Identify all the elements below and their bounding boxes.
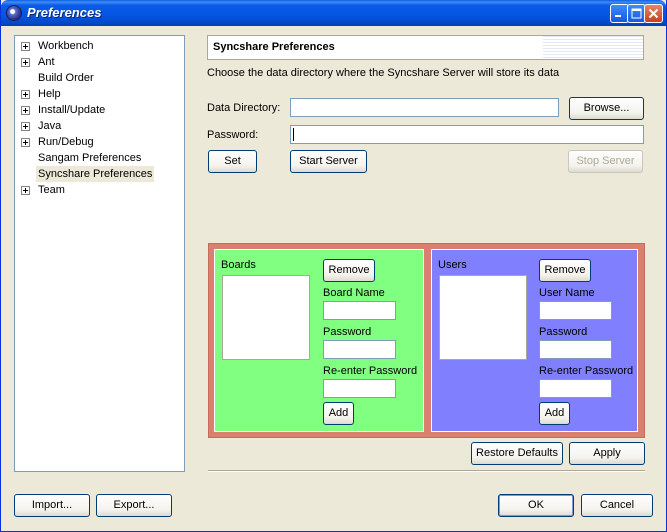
tree-item[interactable]: Workbench bbox=[15, 38, 184, 54]
expand-plus-icon[interactable] bbox=[21, 186, 30, 195]
board-reenter-password-input[interactable] bbox=[323, 379, 396, 398]
user-reenter-password-input[interactable] bbox=[539, 379, 612, 398]
tree-item-label: Team bbox=[38, 184, 65, 196]
tree-item[interactable]: Syncshare Preferences bbox=[15, 166, 184, 182]
minimize-icon bbox=[615, 15, 621, 17]
eclipse-icon bbox=[6, 5, 22, 21]
users-remove-button[interactable]: Remove bbox=[539, 259, 591, 282]
password-input[interactable] bbox=[290, 125, 644, 144]
tree-item[interactable]: Java bbox=[15, 118, 184, 134]
preference-tree[interactable]: Workbench Ant Build Order Help Install/Updat… bbox=[14, 35, 185, 472]
preferences-window: Preferences Workbench Ant Build Order Help I… bbox=[0, 0, 667, 532]
user-name-label: User Name bbox=[539, 287, 595, 299]
data-directory-label: Data Directory: bbox=[207, 102, 281, 114]
tree-item[interactable]: Help bbox=[15, 86, 184, 102]
page-header: Syncshare Preferences bbox=[207, 35, 644, 60]
tree-item-label: Build Order bbox=[38, 72, 94, 84]
tree-item[interactable]: Ant bbox=[15, 54, 184, 70]
tree-item-label: Run/Debug bbox=[38, 136, 94, 148]
board-name-input[interactable] bbox=[323, 301, 396, 320]
tree-item-label: Help bbox=[38, 88, 61, 100]
data-directory-input[interactable] bbox=[290, 98, 559, 117]
footer-separator bbox=[208, 470, 645, 472]
tree-item-label: Workbench bbox=[38, 40, 94, 52]
password-label: Password: bbox=[207, 129, 259, 141]
expand-plus-icon[interactable] bbox=[21, 42, 30, 51]
maximize-icon bbox=[631, 8, 642, 19]
set-button[interactable]: Set bbox=[208, 150, 257, 173]
tree-item[interactable]: Run/Debug bbox=[15, 134, 184, 150]
browse-button[interactable]: Browse... bbox=[569, 97, 644, 120]
expand-plus-icon[interactable] bbox=[21, 122, 30, 131]
boards-remove-button[interactable]: Remove bbox=[323, 259, 375, 282]
stop-server-button[interactable]: Stop Server bbox=[568, 150, 643, 173]
title-bar[interactable]: Preferences bbox=[1, 0, 666, 26]
import-button[interactable]: Import... bbox=[14, 494, 90, 517]
tree-item[interactable]: Sangam Preferences bbox=[15, 150, 184, 166]
boards-title: Boards bbox=[221, 259, 256, 271]
users-add-button[interactable]: Add bbox=[539, 402, 570, 425]
tree-item[interactable]: Install/Update bbox=[15, 102, 184, 118]
page-title: Syncshare Preferences bbox=[213, 41, 335, 53]
apply-button[interactable]: Apply bbox=[569, 442, 645, 465]
boards-list[interactable] bbox=[222, 275, 310, 360]
user-password-label: Password bbox=[539, 326, 588, 338]
boards-users-frame: Boards Remove Board Name Password Re-ent… bbox=[208, 243, 645, 438]
export-button[interactable]: Export... bbox=[96, 494, 172, 517]
users-group: Users Remove User Name Password Re-enter… bbox=[431, 249, 638, 432]
users-title: Users bbox=[438, 259, 467, 271]
page-description: Choose the data directory where the Sync… bbox=[207, 67, 560, 79]
restore-defaults-button[interactable]: Restore Defaults bbox=[471, 442, 563, 465]
tree-item-label: Install/Update bbox=[38, 104, 106, 116]
user-reenter-password-label: Re-enter Password bbox=[539, 365, 634, 377]
boards-group: Boards Remove Board Name Password Re-ent… bbox=[214, 249, 424, 432]
user-password-input[interactable] bbox=[539, 340, 612, 359]
close-icon bbox=[648, 8, 659, 19]
window-title: Preferences bbox=[27, 5, 102, 20]
expand-plus-icon[interactable] bbox=[21, 106, 30, 115]
header-decoration bbox=[543, 36, 643, 59]
boards-add-button[interactable]: Add bbox=[323, 402, 354, 425]
users-list[interactable] bbox=[439, 275, 527, 360]
tree-item[interactable]: Team bbox=[15, 182, 184, 198]
tree-item[interactable]: Build Order bbox=[15, 70, 184, 86]
board-name-label: Board Name bbox=[323, 287, 385, 299]
tree-item-label: Syncshare Preferences bbox=[36, 166, 155, 182]
expand-plus-icon[interactable] bbox=[21, 58, 30, 67]
ok-button[interactable]: OK bbox=[498, 494, 574, 517]
board-reenter-password-label: Re-enter Password bbox=[323, 365, 418, 377]
tree-item-label: Sangam Preferences bbox=[38, 152, 142, 164]
expand-plus-icon[interactable] bbox=[21, 138, 30, 147]
cancel-button[interactable]: Cancel bbox=[581, 494, 653, 517]
tree-item-label: Ant bbox=[38, 56, 55, 68]
tree-item-label: Java bbox=[38, 120, 62, 132]
expand-plus-icon[interactable] bbox=[21, 90, 30, 99]
close-button[interactable] bbox=[644, 4, 663, 23]
board-password-label: Password bbox=[323, 326, 372, 338]
board-password-input[interactable] bbox=[323, 340, 396, 359]
start-server-button[interactable]: Start Server bbox=[290, 150, 367, 173]
user-name-input[interactable] bbox=[539, 301, 612, 320]
